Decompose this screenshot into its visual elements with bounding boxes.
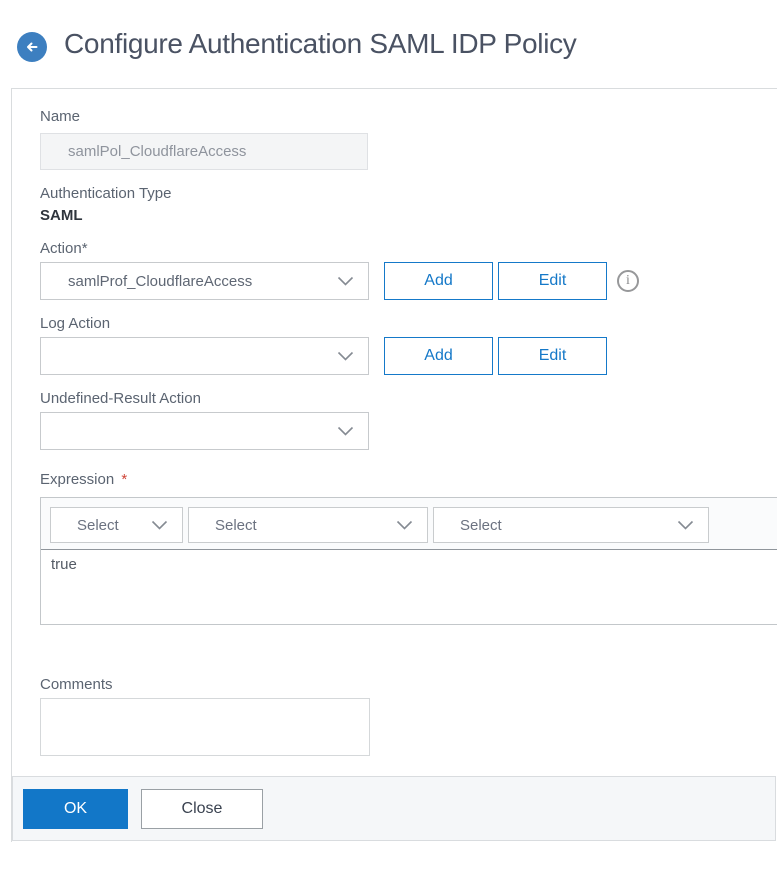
close-button[interactable]: Close xyxy=(141,789,263,829)
expression-select-2[interactable]: Select xyxy=(188,507,428,543)
name-input xyxy=(40,133,368,170)
auth-type-label: Authentication Type xyxy=(40,185,172,202)
expression-select-1[interactable]: Select xyxy=(50,507,183,543)
name-label: Name xyxy=(40,108,81,125)
chevron-down-icon xyxy=(396,520,413,531)
expression-editor: Select Select Select true xyxy=(40,497,777,625)
chevron-down-icon xyxy=(151,520,168,531)
log-action-label: Log Action xyxy=(40,315,111,332)
comments-textarea[interactable] xyxy=(40,698,370,756)
log-action-add-button[interactable]: Add xyxy=(384,337,493,375)
expression-label: Expression * xyxy=(40,471,128,488)
comments-label: Comments xyxy=(40,676,113,693)
back-button[interactable] xyxy=(17,32,47,62)
action-edit-button[interactable]: Edit xyxy=(498,262,607,300)
chevron-down-icon xyxy=(677,520,694,531)
arrow-left-icon xyxy=(24,39,40,55)
expression-select-3[interactable]: Select xyxy=(433,507,709,543)
expression-toolbar: Select Select Select xyxy=(41,498,777,550)
auth-type-value: SAML xyxy=(40,207,83,224)
expression-textarea[interactable]: true xyxy=(41,550,777,624)
chevron-down-icon xyxy=(337,276,354,287)
undefined-result-label: Undefined-Result Action xyxy=(40,390,201,407)
page-title: Configure Authentication SAML IDP Policy xyxy=(64,28,577,59)
required-asterisk: * xyxy=(121,471,128,488)
chevron-down-icon xyxy=(337,426,354,437)
action-label: Action* xyxy=(40,240,88,257)
footer-bar: OK Close xyxy=(12,776,776,841)
ok-button[interactable]: OK xyxy=(23,789,128,829)
undefined-result-select[interactable] xyxy=(40,412,369,450)
log-action-select[interactable] xyxy=(40,337,369,375)
action-add-button[interactable]: Add xyxy=(384,262,493,300)
chevron-down-icon xyxy=(337,351,354,362)
action-select[interactable]: samlProf_CloudflareAccess xyxy=(40,262,369,300)
log-action-edit-button[interactable]: Edit xyxy=(498,337,607,375)
action-select-value: samlProf_CloudflareAccess xyxy=(68,272,253,290)
info-icon[interactable]: i xyxy=(617,270,639,292)
